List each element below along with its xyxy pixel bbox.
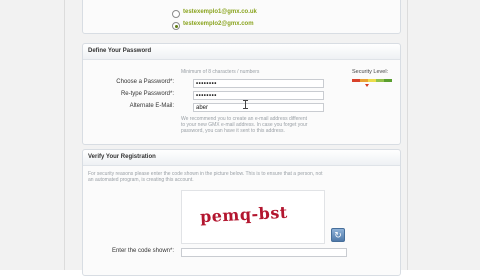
security-bar-segment [368,79,376,82]
alternate-email-label: Alternate E-Mail: [129,103,174,109]
radio-button[interactable] [172,10,180,18]
text-cursor-icon [243,100,248,109]
choose-password-label: Choose a Password*: [116,79,174,85]
security-indicator-icon [365,84,369,87]
refresh-icon[interactable]: ↻ [331,228,345,242]
password-panel-title: Define Your Password [83,44,400,60]
choose-password-input[interactable]: •••••••• [193,79,324,88]
email-choice-panel [82,0,401,34]
radio-button-selected[interactable] [172,22,180,30]
retype-password-input[interactable]: •••••••• [193,91,324,100]
security-level-label: Security Level: [352,69,389,75]
retype-password-label: Re-type Password*: [120,91,174,97]
security-bar-segment [352,79,360,82]
verify-panel-title: Verify Your Registration [83,150,400,166]
note-line: password, you can have it sent to this a… [181,128,285,134]
verify-instructions: For security reasons please enter the co… [88,171,393,183]
instruction-line: an automated program, is creating this a… [88,177,194,183]
security-bar-segment [376,79,384,82]
content-border-right [407,0,408,270]
security-bar-segment [360,79,368,82]
captcha-code-label: Enter the code shown*: [111,248,174,254]
alternate-email-note: We recommend you to create an e-mail add… [181,116,341,134]
content-border-left [64,0,65,270]
email-option-label: testexemplo2@gmx.com [183,21,254,27]
captcha-text: pemq-bst [199,202,289,227]
password-hint: Minimum of 8 characters / numbers [181,69,260,75]
email-option-label: testexemplo1@gmx.co.uk [183,9,257,15]
alternate-email-input[interactable]: aber [193,103,324,112]
captcha-code-input[interactable] [181,248,347,257]
security-bar-segment [384,79,392,82]
captcha-image: pemq-bst [181,190,325,244]
